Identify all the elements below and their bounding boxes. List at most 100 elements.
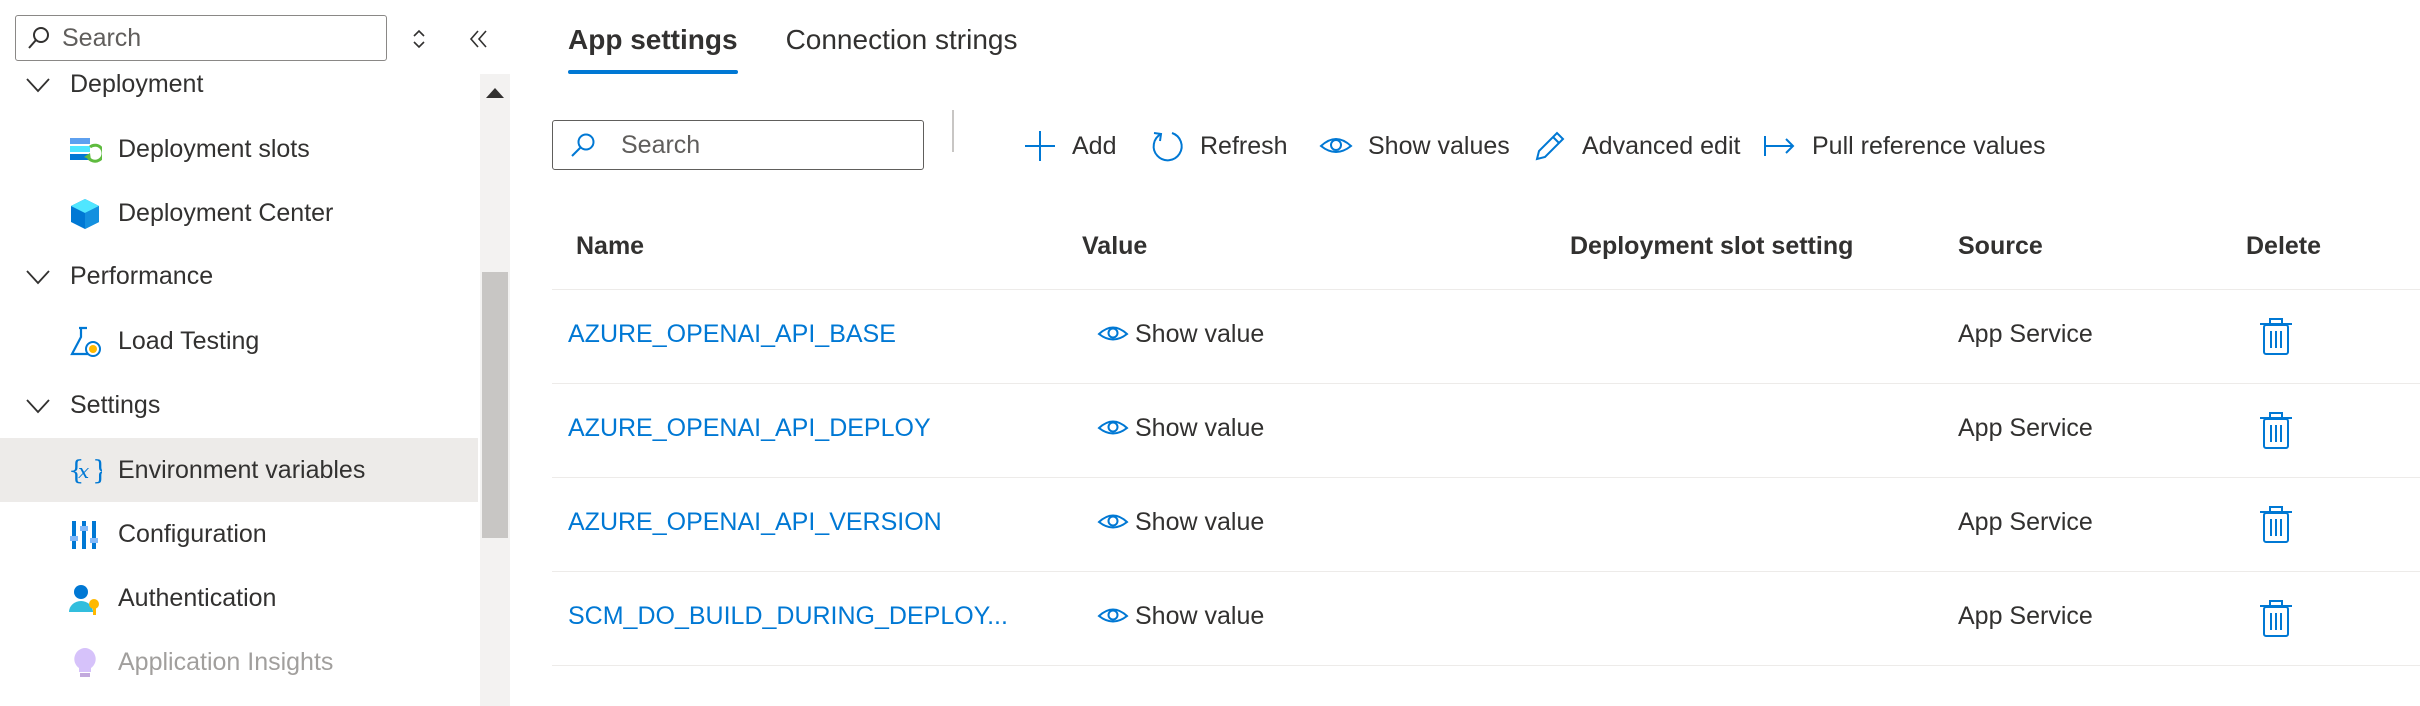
scroll-up-arrow-icon[interactable] — [486, 88, 504, 98]
tab-app-settings[interactable]: App settings — [568, 0, 738, 74]
delete-button[interactable] — [2258, 504, 2294, 544]
toolbar: Add Refresh Show values Advanced edit — [552, 110, 2412, 174]
plus-icon — [1025, 131, 1055, 161]
source-cell: App Service — [1958, 602, 2093, 630]
table-row: SCM_DO_BUILD_DURING_DEPLOY... Show value… — [552, 572, 2420, 666]
refresh-icon — [1152, 132, 1183, 162]
show-values-button[interactable]: Show values — [1318, 118, 1510, 174]
column-header-source[interactable]: Source — [1958, 232, 2043, 261]
show-value-button[interactable]: Show value — [1097, 318, 1264, 350]
pencil-icon — [1535, 131, 1565, 161]
show-value-label: Show value — [1135, 601, 1265, 630]
tab-bar: App settings Connection strings — [568, 0, 1065, 74]
setting-name-link[interactable]: AZURE_OPENAI_API_DEPLOY — [568, 414, 931, 443]
show-value-label: Show value — [1135, 507, 1265, 536]
nav-item-label: Load Testing — [118, 326, 260, 355]
refresh-button-label: Refresh — [1200, 131, 1288, 160]
scrollbar-thumb[interactable] — [482, 272, 508, 538]
deployment-center-icon — [71, 199, 99, 229]
search-icon — [28, 27, 49, 49]
nav-item-label: Environment variables — [118, 455, 366, 484]
application-insights-icon — [74, 648, 96, 677]
eye-icon — [1097, 514, 1129, 529]
sidebar: Deployment Deployment slots Deployment C… — [0, 0, 512, 706]
show-value-button[interactable]: Show value — [1097, 506, 1264, 538]
expand-collapse-toggle[interactable] — [400, 20, 438, 58]
nav-item-authentication[interactable]: Authentication — [0, 568, 478, 628]
nav-item-configuration[interactable]: Configuration — [0, 504, 478, 564]
toolbar-divider — [952, 110, 954, 152]
refresh-button[interactable]: Refresh — [1150, 118, 1288, 174]
double-chevron-left-icon — [469, 30, 487, 48]
delete-button[interactable] — [2258, 410, 2294, 450]
nav-item-load-testing[interactable]: Load Testing — [0, 311, 478, 371]
eye-icon — [1097, 326, 1129, 341]
pull-arrow-icon — [1764, 136, 1795, 156]
trash-icon — [2260, 600, 2292, 637]
column-header-slot-setting[interactable]: Deployment slot setting — [1570, 232, 1853, 261]
table-row: AZURE_OPENAI_API_DEPLOY Show value App S… — [552, 384, 2420, 478]
delete-button[interactable] — [2258, 598, 2294, 638]
setting-name-link[interactable]: SCM_DO_BUILD_DURING_DEPLOY... — [568, 602, 1008, 631]
source-cell: App Service — [1958, 508, 2093, 536]
column-header-value[interactable]: Value — [1082, 232, 1147, 261]
trash-icon — [2260, 506, 2292, 543]
svg-text:}: } — [92, 456, 102, 486]
eye-icon — [1097, 608, 1129, 623]
source-cell: App Service — [1958, 320, 2093, 348]
show-value-label: Show value — [1135, 413, 1265, 442]
nav-item-label: Authentication — [118, 583, 277, 612]
nav-item-deployment-center[interactable]: Deployment Center — [0, 183, 478, 243]
nav-item-environment-variables[interactable]: { x } Environment variables — [0, 438, 478, 502]
nav-item-deployment-slots[interactable]: Deployment slots — [0, 119, 478, 179]
table-header: Name Value Deployment slot setting Sourc… — [552, 210, 2420, 290]
advanced-edit-button-label: Advanced edit — [1582, 131, 1741, 160]
trash-icon — [2260, 412, 2292, 449]
show-value-button[interactable]: Show value — [1097, 600, 1264, 632]
sidebar-scrollbar[interactable] — [480, 74, 510, 706]
authentication-icon — [69, 585, 99, 615]
nav-item-application-insights[interactable]: Application Insights — [0, 632, 478, 692]
setting-name-link[interactable]: AZURE_OPENAI_API_VERSION — [568, 508, 942, 537]
nav-group-label: Settings — [70, 390, 161, 419]
show-value-button[interactable]: Show value — [1097, 412, 1264, 444]
table-search-input[interactable] — [621, 130, 921, 160]
pull-reference-values-label: Pull reference values — [1812, 131, 2046, 160]
show-value-label: Show value — [1135, 319, 1265, 348]
setting-name-link[interactable]: AZURE_OPENAI_API_BASE — [568, 320, 896, 349]
collapse-sidebar-button[interactable] — [460, 20, 498, 58]
nav-group-label: Deployment — [70, 69, 204, 98]
chevron-down-icon — [26, 78, 50, 93]
nav-item-label: Configuration — [118, 519, 267, 548]
add-button-label: Add — [1072, 131, 1117, 160]
table-row: AZURE_OPENAI_API_BASE Show value App Ser… — [552, 290, 2420, 384]
main-content: App settings Connection strings Add Refr… — [512, 0, 2420, 706]
load-testing-icon — [70, 326, 101, 357]
pull-reference-values-button[interactable]: Pull reference values — [1762, 118, 2045, 174]
nav-item-label: Application Insights — [118, 647, 334, 676]
eye-icon — [1319, 138, 1353, 153]
deployment-slots-icon — [70, 138, 102, 163]
nav-item-label: Deployment slots — [118, 134, 310, 163]
chevron-down-icon — [26, 270, 50, 285]
configuration-icon — [70, 521, 98, 549]
sidebar-search-input[interactable] — [62, 23, 362, 53]
column-header-name[interactable]: Name — [576, 232, 644, 261]
tab-connection-strings[interactable]: Connection strings — [786, 0, 1018, 74]
nav-group-label: Performance — [70, 261, 214, 290]
nav-group-settings[interactable]: Settings — [0, 375, 478, 435]
search-icon — [571, 133, 595, 157]
environment-variables-icon: { x } — [68, 456, 102, 486]
svg-text:x: x — [78, 459, 89, 483]
nav-item-label: Deployment Center — [118, 198, 334, 227]
add-button[interactable]: Add — [1022, 118, 1116, 174]
show-values-button-label: Show values — [1368, 131, 1510, 160]
up-down-chevron-icon — [413, 29, 425, 49]
trash-icon — [2260, 318, 2292, 355]
nav-group-performance[interactable]: Performance — [0, 246, 478, 306]
nav-group-deployment[interactable]: Deployment — [0, 54, 478, 114]
advanced-edit-button[interactable]: Advanced edit — [1532, 118, 1740, 174]
delete-button[interactable] — [2258, 316, 2294, 356]
source-cell: App Service — [1958, 414, 2093, 442]
table-search-box[interactable] — [552, 120, 924, 170]
